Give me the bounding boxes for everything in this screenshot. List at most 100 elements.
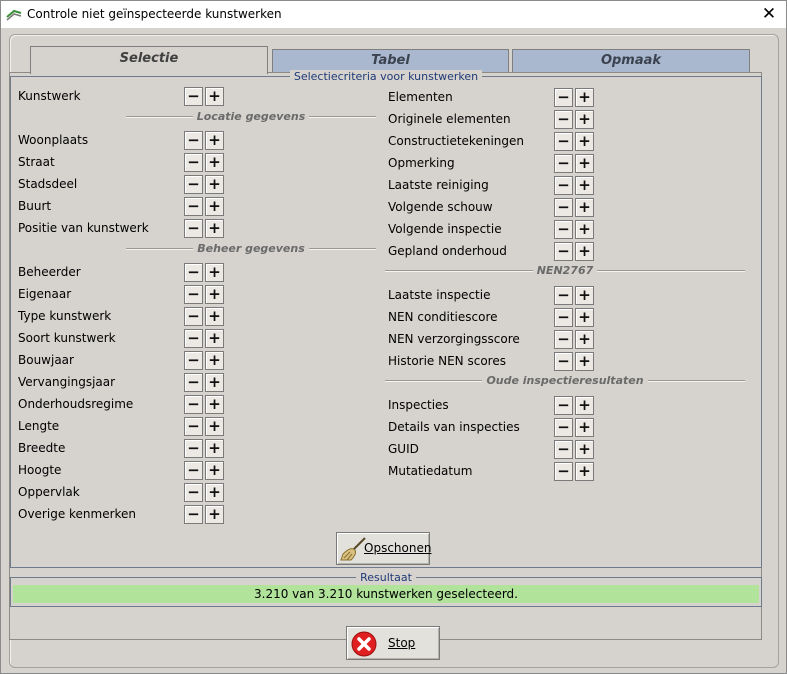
add-criterion-button[interactable]: + [575,220,594,239]
remove-criterion-button[interactable]: − [184,263,203,282]
remove-criterion-button[interactable]: − [184,87,203,106]
section-title: Locatie gegevens [192,110,310,123]
criterion-row-eigenaar: Eigenaar − + [18,284,224,304]
add-criterion-button[interactable]: + [205,461,224,480]
add-criterion-button[interactable]: + [575,132,594,151]
criterion-label: Details van inspecties [388,420,520,434]
broom-icon [340,537,366,561]
criterion-row-guid: GUID − + [388,439,594,459]
remove-criterion-button[interactable]: − [554,330,573,349]
add-criterion-button[interactable]: + [205,87,224,106]
add-criterion-button[interactable]: + [205,285,224,304]
remove-criterion-button[interactable]: − [184,131,203,150]
remove-criterion-button[interactable]: − [184,307,203,326]
remove-criterion-button[interactable]: − [554,286,573,305]
add-criterion-button[interactable]: + [205,219,224,238]
criterion-label: Gepland onderhoud [388,244,507,258]
stop-button-label: Stop [388,636,416,650]
remove-criterion-button[interactable]: − [554,440,573,459]
add-criterion-button[interactable]: + [575,88,594,107]
add-criterion-button[interactable]: + [575,198,594,217]
remove-criterion-button[interactable]: − [554,88,573,107]
remove-criterion-button[interactable]: − [184,505,203,524]
add-criterion-button[interactable]: + [205,505,224,524]
result-legend: Resultaat [11,570,761,584]
criterion-row-nen-verzorgingsscore: NEN verzorgingsscore − + [388,329,594,349]
criterion-row-stadsdeel: Stadsdeel − + [18,174,224,194]
add-criterion-button[interactable]: + [205,307,224,326]
remove-criterion-button[interactable]: − [554,352,573,371]
remove-criterion-button[interactable]: − [554,220,573,239]
criterion-label: Mutatiedatum [388,464,473,478]
add-criterion-button[interactable]: + [205,175,224,194]
remove-criterion-button[interactable]: − [184,175,203,194]
section-separator-oude-inspecties: Oude inspectieresultaten [385,373,745,387]
remove-criterion-button[interactable]: − [184,285,203,304]
remove-criterion-button[interactable]: − [554,308,573,327]
criterion-row-nen-conditiescore: NEN conditiescore − + [388,307,594,327]
remove-criterion-button[interactable]: − [554,198,573,217]
remove-criterion-button[interactable]: − [184,461,203,480]
criteria-group: Selectiecriteria voor kunstwerken Kunstw… [10,70,762,568]
add-criterion-button[interactable]: + [575,396,594,415]
add-criterion-button[interactable]: + [205,197,224,216]
remove-criterion-button[interactable]: − [184,329,203,348]
add-criterion-button[interactable]: + [575,308,594,327]
criterion-label: Stadsdeel [18,177,78,191]
remove-criterion-button[interactable]: − [184,417,203,436]
add-criterion-button[interactable]: + [575,418,594,437]
remove-criterion-button[interactable]: − [184,395,203,414]
remove-criterion-button[interactable]: − [554,132,573,151]
remove-criterion-button[interactable]: − [184,219,203,238]
remove-criterion-button[interactable]: − [184,153,203,172]
add-criterion-button[interactable]: + [205,439,224,458]
add-criterion-button[interactable]: + [205,131,224,150]
add-criterion-button[interactable]: + [575,176,594,195]
add-criterion-button[interactable]: + [205,329,224,348]
remove-criterion-button[interactable]: − [554,418,573,437]
criterion-label: Buurt [18,199,52,213]
add-criterion-button[interactable]: + [205,417,224,436]
add-criterion-button[interactable]: + [205,153,224,172]
add-criterion-button[interactable]: + [575,154,594,173]
criterion-label: Lengte [18,419,60,433]
add-criterion-button[interactable]: + [205,351,224,370]
remove-criterion-button[interactable]: − [184,483,203,502]
remove-criterion-button[interactable]: − [184,351,203,370]
criterion-row-laatste-reiniging: Laatste reiniging − + [388,175,594,195]
criterion-row-laatste-inspectie: Laatste inspectie − + [388,285,594,305]
criterion-label: Vervangingsjaar [18,375,116,389]
remove-criterion-button[interactable]: − [554,176,573,195]
add-criterion-button[interactable]: + [575,352,594,371]
add-criterion-button[interactable]: + [205,395,224,414]
remove-criterion-button[interactable]: − [184,373,203,392]
remove-criterion-button[interactable]: − [554,462,573,481]
criterion-label: NEN conditiescore [388,310,498,324]
criterion-row-lengte: Lengte − + [18,416,224,436]
add-criterion-button[interactable]: + [575,330,594,349]
close-button[interactable]: ✕ [752,1,786,28]
remove-criterion-button[interactable]: − [554,242,573,261]
add-criterion-button[interactable]: + [575,462,594,481]
add-criterion-button[interactable]: + [575,242,594,261]
add-criterion-button[interactable]: + [205,263,224,282]
tab-selectie[interactable]: Selectie [30,46,268,74]
criterion-row-elementen: Elementen − + [388,87,594,107]
criterion-label: Originele elementen [388,112,511,126]
add-criterion-button[interactable]: + [575,440,594,459]
remove-criterion-button[interactable]: − [554,110,573,129]
criterion-label: Beheerder [18,265,81,279]
remove-criterion-button[interactable]: − [184,197,203,216]
add-criterion-button[interactable]: + [575,110,594,129]
remove-criterion-button[interactable]: − [554,396,573,415]
add-criterion-button[interactable]: + [205,483,224,502]
add-criterion-button[interactable]: + [205,373,224,392]
stop-button[interactable]: Stop [346,626,440,660]
remove-criterion-button[interactable]: − [184,439,203,458]
window-title: Controle niet geïnspecteerde kunstwerken [27,7,282,21]
remove-criterion-button[interactable]: − [554,154,573,173]
criterion-label: Woonplaats [18,133,89,147]
criterion-label: Overige kenmerken [18,507,137,521]
add-criterion-button[interactable]: + [575,286,594,305]
clear-button[interactable]: Opschonen [336,532,431,565]
